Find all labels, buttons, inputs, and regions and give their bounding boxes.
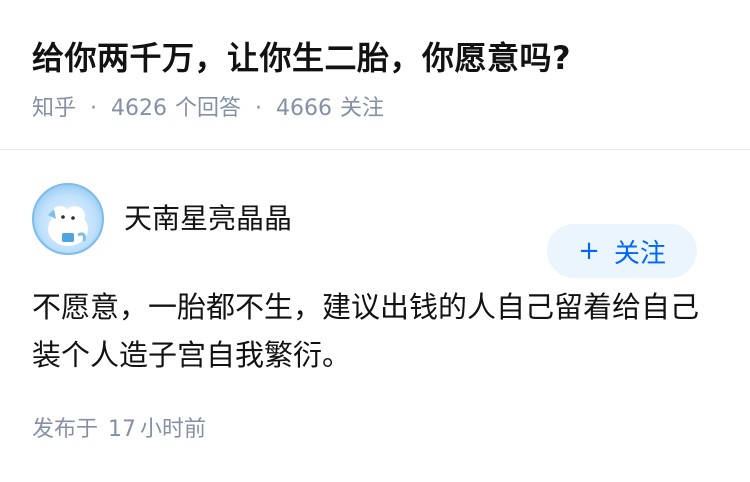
author-name[interactable]: 天南星亮晶晶 xyxy=(124,201,292,237)
separator-dot: · xyxy=(255,96,263,121)
answer-count-label: 个回答 xyxy=(175,96,242,121)
source-label[interactable]: 知乎 xyxy=(32,94,76,124)
plus-icon: + xyxy=(578,236,600,266)
answer-card: 天南星亮晶晶 + 关注 不愿意，一胎都不生，建议出钱的人自己留着给自己装个人造子… xyxy=(0,183,750,445)
answer-footer: 发布于 17 小时前 xyxy=(32,415,718,445)
question-title[interactable]: 给你两千万，让你生二胎，你愿意吗? xyxy=(32,34,718,82)
follower-count: 4666 xyxy=(276,96,333,121)
posted-number: 17 xyxy=(108,417,137,442)
avatar[interactable] xyxy=(32,183,104,255)
answer-count: 4626 xyxy=(111,96,168,121)
posted-prefix: 发布于 xyxy=(32,417,99,442)
separator-dot: · xyxy=(90,96,98,121)
follower-count-label: 关注 xyxy=(340,96,385,121)
follow-button[interactable]: + 关注 xyxy=(547,224,697,278)
answer-content[interactable]: 不愿意，一胎都不生，建议出钱的人自己留着给自己装个人造子宫自我繁衍。 xyxy=(32,283,712,379)
follow-button-label: 关注 xyxy=(613,238,666,269)
question-header: 给你两千万，让你生二胎，你愿意吗? 知乎 · 4626 个回答 · 4666 关… xyxy=(0,0,750,150)
mascot-icon xyxy=(48,206,88,246)
question-meta: 知乎 · 4626 个回答 · 4666 关注 xyxy=(32,94,718,124)
page: 给你两千万，让你生二胎，你愿意吗? 知乎 · 4626 个回答 · 4666 关… xyxy=(0,0,750,482)
posted-unit: 小时前 xyxy=(140,417,207,442)
